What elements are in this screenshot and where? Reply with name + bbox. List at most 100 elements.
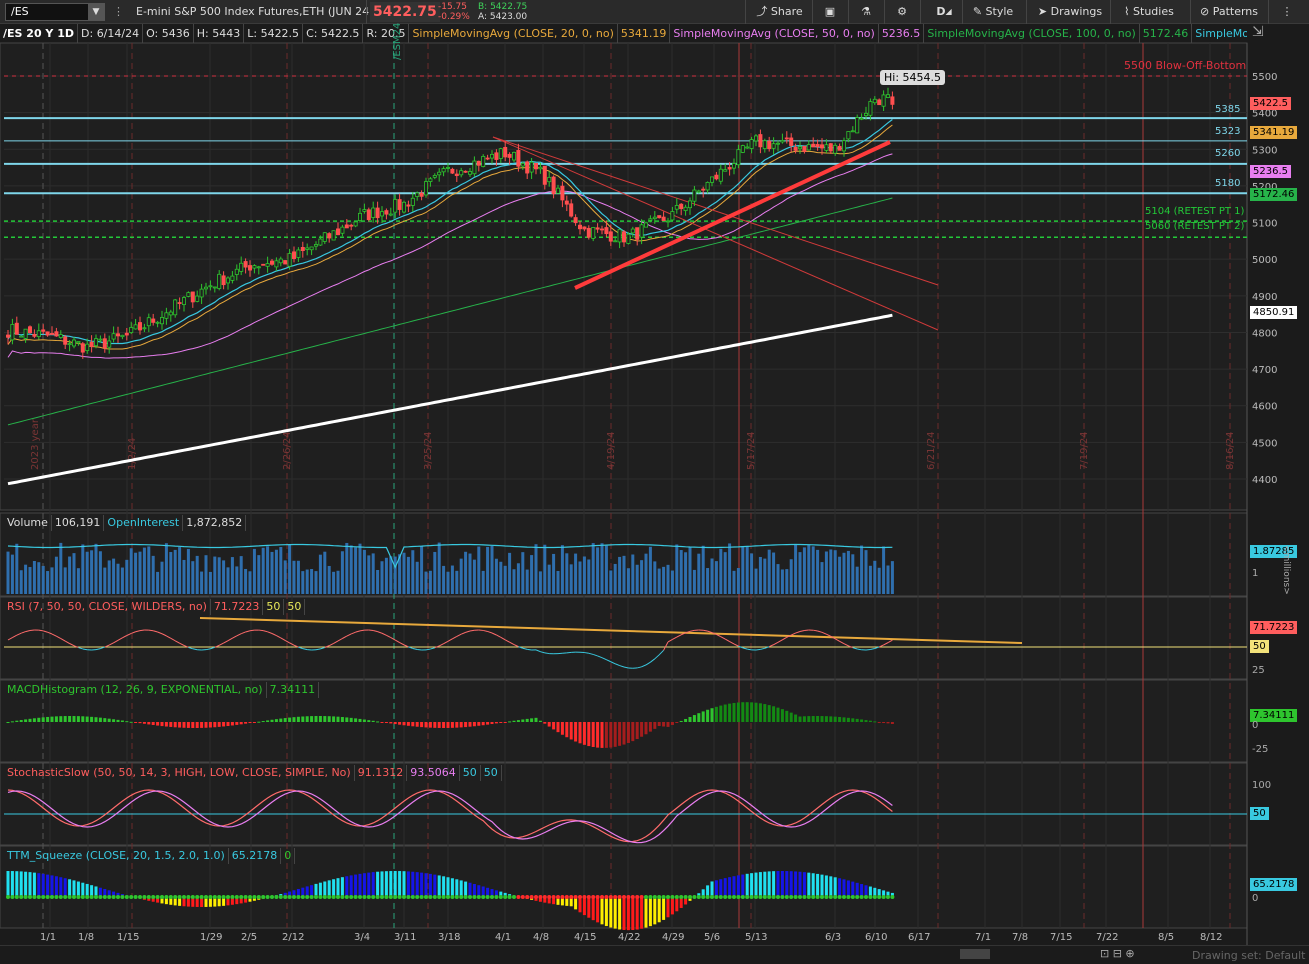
stoch-k-value: 91.1312: [355, 765, 408, 781]
candle-body: [498, 148, 503, 159]
candle-body: [85, 343, 90, 352]
volume-bar: [486, 546, 490, 594]
squeeze-dot: [397, 895, 402, 899]
squeeze-dot: [305, 895, 310, 899]
volume-bar: [578, 561, 582, 594]
volume-bar: [305, 569, 309, 594]
squeeze-dot: [375, 895, 380, 899]
squeeze-dot: [498, 895, 503, 899]
macd-histogram-bar: [701, 711, 705, 722]
macd-histogram-bar: [609, 722, 613, 748]
squeeze-dot: [120, 895, 125, 899]
squeeze-histogram-bar: [833, 877, 837, 897]
volume-bar: [886, 565, 890, 594]
stoch-tick-100: 100: [1252, 780, 1272, 791]
squeeze-dot: [732, 895, 736, 899]
volume-bar: [516, 563, 520, 594]
candle-body: [58, 334, 63, 338]
squeeze-dot: [683, 895, 688, 899]
squeeze-dot: [155, 895, 160, 899]
candle-body: [199, 288, 204, 298]
squeeze-histogram-bar: [6, 871, 10, 897]
squeeze-dot: [331, 895, 336, 899]
price-axis-tick: 4600: [1252, 402, 1277, 413]
squeeze-dot: [573, 895, 578, 899]
candle-body: [102, 338, 107, 349]
squeeze-dot: [454, 895, 459, 899]
squeeze-dot: [820, 895, 824, 899]
squeeze-dot: [586, 895, 591, 899]
squeeze-histogram-bar: [657, 897, 661, 923]
candle-body: [107, 340, 112, 348]
volume-bar: [68, 556, 72, 594]
candle-body: [208, 285, 213, 288]
macd-histogram-bar: [666, 722, 670, 727]
volume-bar: [565, 553, 569, 594]
squeeze-histogram-bar: [600, 897, 604, 925]
squeeze-histogram-bar: [675, 897, 679, 912]
candle-body: [516, 150, 521, 167]
squeeze-dot: [380, 895, 384, 899]
scrollbar-thumb[interactable]: [960, 949, 990, 959]
volume-bar: [772, 552, 776, 594]
macd-histogram-bar: [873, 721, 877, 723]
chart-canvas[interactable]: 5500540053005200510050004900480047004600…: [0, 0, 1309, 964]
volume-bar: [59, 542, 63, 594]
volume-bar: [468, 553, 472, 594]
volume-bar: [472, 559, 476, 594]
price-axis-tick: 4800: [1252, 328, 1277, 339]
macd-histogram-bar: [169, 722, 173, 727]
squeeze-histogram-bar: [767, 871, 771, 897]
squeeze-histogram-bar: [754, 872, 758, 897]
candle-body: [450, 168, 455, 174]
candle-body: [318, 238, 323, 246]
squeeze-histogram-bar: [15, 871, 19, 897]
squeeze-dot: [837, 895, 842, 899]
squeeze-dot: [41, 895, 46, 899]
macd-histogram-bar: [362, 719, 366, 722]
squeeze-dot: [353, 895, 358, 899]
candle-body: [868, 101, 873, 116]
event-date-label: 2023 year: [30, 418, 41, 470]
squeeze-dot: [701, 895, 706, 899]
event-date-label: 1/2/24: [127, 438, 138, 470]
squeeze-dot: [327, 895, 332, 899]
volume-bar: [164, 543, 168, 594]
volume-bar: [186, 548, 190, 594]
macd-histogram-bar: [890, 722, 894, 725]
date-axis-tick: 3/4: [354, 932, 370, 943]
candle-body: [683, 206, 688, 211]
volume-bar: [380, 561, 384, 594]
candle-body: [331, 230, 336, 241]
candle-body: [230, 275, 235, 281]
squeeze-dot: [890, 895, 895, 899]
squeeze-dot: [714, 895, 719, 899]
squeeze-histogram-bar: [41, 873, 45, 897]
macd-histogram-bar: [182, 722, 186, 728]
macd-histogram-bar: [860, 719, 864, 722]
volume-bar: [776, 564, 780, 594]
zoom-icons[interactable]: ⊡ ⊟ ⊕: [1100, 947, 1135, 960]
volume-bar: [640, 560, 644, 594]
macd-histogram-bar: [842, 717, 846, 722]
candle-body: [415, 192, 420, 197]
candle-body: [116, 333, 121, 337]
volume-bar: [714, 561, 718, 594]
macd-histogram-bar: [450, 722, 454, 728]
volume-bar: [688, 546, 692, 594]
candle-body: [428, 178, 433, 182]
candle-body: [120, 334, 125, 338]
candle-body: [837, 145, 842, 151]
squeeze-dot: [146, 895, 151, 899]
squeeze-dot: [168, 895, 173, 899]
volume-bar: [794, 543, 798, 594]
macd-histogram-bar: [547, 722, 551, 727]
macd-histogram-bar: [261, 721, 265, 723]
open-interest-label: OpenInterest: [104, 515, 184, 531]
volume-bar: [72, 553, 76, 594]
candle-body: [19, 335, 24, 338]
drawing-set-label[interactable]: Drawing set: Default: [1192, 949, 1305, 962]
volume-bar: [112, 558, 116, 594]
volume-bar: [732, 570, 736, 594]
volume-bar: [323, 551, 327, 594]
